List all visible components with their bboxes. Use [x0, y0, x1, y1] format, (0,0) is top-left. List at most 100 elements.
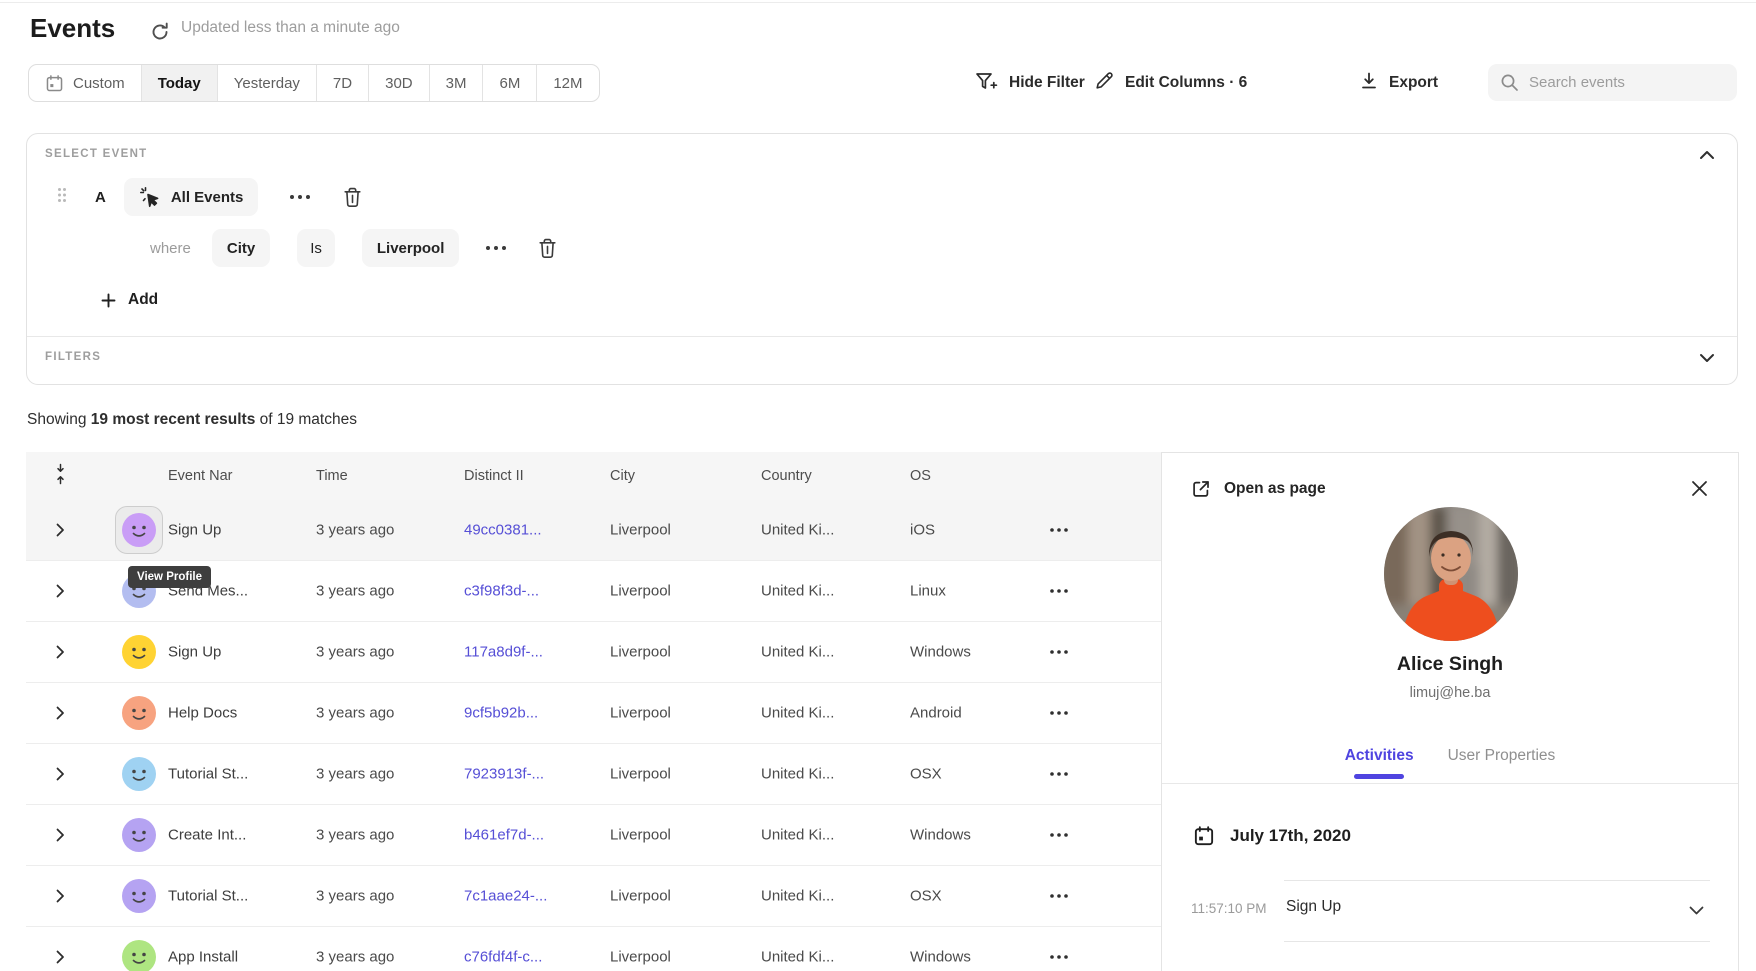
- row-expand-chevron[interactable]: [56, 523, 65, 537]
- row-more-button[interactable]: [1050, 650, 1068, 654]
- table-row[interactable]: Create Int... 3 years ago b461ef7d-... L…: [26, 805, 1161, 866]
- row-event-name: Tutorial St...: [168, 766, 248, 783]
- row-distinct-id-link[interactable]: 7923913f-...: [464, 766, 544, 783]
- row-city: Liverpool: [610, 888, 671, 905]
- header-event-name[interactable]: Event Nar: [168, 468, 232, 484]
- search-input[interactable]: [1529, 74, 1725, 91]
- profile-tab-user-properties[interactable]: User Properties: [1448, 747, 1556, 765]
- date-range-tab-3m[interactable]: 3M: [429, 65, 483, 101]
- edit-columns-label: Edit Columns · 6: [1125, 74, 1247, 92]
- operator-chip-label: Is: [310, 240, 322, 257]
- row-more-button[interactable]: [1050, 955, 1068, 959]
- close-icon[interactable]: [1691, 480, 1708, 502]
- row-distinct-id-link[interactable]: 117a8d9f-...: [464, 644, 543, 661]
- row-more-button[interactable]: [1050, 894, 1068, 898]
- row-more-button[interactable]: [1050, 772, 1068, 776]
- header-city[interactable]: City: [610, 468, 635, 484]
- export-button[interactable]: Export: [1360, 70, 1438, 96]
- date-range-tab-label: 30D: [385, 75, 413, 92]
- drag-handle-icon[interactable]: [57, 187, 67, 208]
- row-avatar[interactable]: [122, 757, 156, 791]
- row-more-button[interactable]: [1050, 833, 1068, 837]
- date-range-tab-6m[interactable]: 6M: [482, 65, 536, 101]
- row-expand-chevron[interactable]: [56, 645, 65, 659]
- row-event-name: Create Int...: [168, 827, 246, 844]
- row-country: United Ki...: [761, 766, 834, 783]
- profile-tabs: Activities User Properties: [1162, 747, 1738, 765]
- refresh-icon[interactable]: [149, 21, 171, 43]
- date-range-tab-today[interactable]: Today: [141, 65, 217, 101]
- table-row[interactable]: App Install 3 years ago c76fdf4f-c... Li…: [26, 927, 1161, 971]
- activity-expand-chevron[interactable]: [1689, 902, 1704, 920]
- date-range-tab-12m[interactable]: 12M: [536, 65, 598, 101]
- event-more-button[interactable]: [290, 195, 310, 199]
- row-distinct-id-link[interactable]: 9cf5b92b...: [464, 705, 538, 722]
- value-chip-label: Liverpool: [377, 240, 445, 257]
- row-avatar[interactable]: [122, 940, 156, 971]
- header-os[interactable]: OS: [910, 468, 931, 484]
- export-label: Export: [1389, 74, 1438, 92]
- date-range-tab-7d[interactable]: 7D: [316, 65, 368, 101]
- row-expand-chevron[interactable]: [56, 889, 65, 903]
- updated-status: Updated less than a minute ago: [181, 19, 400, 37]
- table-row[interactable]: Sign Up 3 years ago 49cc0381... Liverpoo…: [26, 500, 1161, 561]
- search-events-box[interactable]: [1488, 64, 1737, 101]
- table-row[interactable]: Sign Up 3 years ago 117a8d9f-... Liverpo…: [26, 622, 1161, 683]
- row-event-name: App Install: [168, 949, 238, 966]
- profile-tab-activities[interactable]: Activities: [1345, 747, 1414, 765]
- row-distinct-id-link[interactable]: c3f98f3d-...: [464, 583, 539, 600]
- profile-email: limuj@he.ba: [1162, 685, 1738, 701]
- row-time: 3 years ago: [316, 766, 394, 783]
- row-expand-chevron[interactable]: [56, 950, 65, 964]
- row-country: United Ki...: [761, 827, 834, 844]
- edit-columns-button[interactable]: Edit Columns · 6: [1094, 70, 1247, 96]
- event-row-letter: A: [95, 189, 106, 206]
- events-table: Event Nar Time Distinct II City Country …: [26, 452, 1161, 971]
- row-city: Liverpool: [610, 522, 671, 539]
- where-clause-row: where City Is Liverpool: [150, 229, 557, 267]
- sort-icon[interactable]: [55, 463, 66, 489]
- expand-filters-chevron[interactable]: [1699, 350, 1715, 368]
- row-expand-chevron[interactable]: [56, 706, 65, 720]
- table-row[interactable]: Tutorial St... 3 years ago 7923913f-... …: [26, 744, 1161, 805]
- row-city: Liverpool: [610, 644, 671, 661]
- row-distinct-id-link[interactable]: 7c1aae24-...: [464, 888, 547, 905]
- row-avatar[interactable]: [122, 818, 156, 852]
- table-row[interactable]: Help Docs 3 years ago 9cf5b92b... Liverp…: [26, 683, 1161, 744]
- row-expand-chevron[interactable]: [56, 767, 65, 781]
- add-clause-button[interactable]: Add: [101, 291, 158, 309]
- event-trash-icon[interactable]: [343, 187, 362, 208]
- where-more-button[interactable]: [486, 246, 506, 250]
- operator-chip[interactable]: Is: [297, 229, 335, 267]
- row-country: United Ki...: [761, 583, 834, 600]
- row-avatar[interactable]: [122, 879, 156, 913]
- date-range-tab-yesterday[interactable]: Yesterday: [217, 65, 316, 101]
- row-avatar[interactable]: [122, 635, 156, 669]
- download-icon: [1360, 71, 1378, 95]
- hide-filter-button[interactable]: Hide Filter: [975, 70, 1085, 96]
- row-more-button[interactable]: [1050, 589, 1068, 593]
- row-avatar[interactable]: [122, 696, 156, 730]
- value-chip[interactable]: Liverpool: [362, 229, 460, 267]
- date-range-tab-30d[interactable]: 30D: [368, 65, 429, 101]
- row-avatar[interactable]: [122, 506, 163, 554]
- row-distinct-id-link[interactable]: 49cc0381...: [464, 522, 542, 539]
- row-distinct-id-link[interactable]: b461ef7d-...: [464, 827, 544, 844]
- table-row[interactable]: Tutorial St... 3 years ago 7c1aae24-... …: [26, 866, 1161, 927]
- property-chip[interactable]: City: [212, 229, 270, 267]
- row-distinct-id-link[interactable]: c76fdf4f-c...: [464, 949, 542, 966]
- date-range-tab-custom[interactable]: Custom: [29, 65, 141, 101]
- header-distinct-id[interactable]: Distinct II: [464, 468, 524, 484]
- open-as-page-button[interactable]: Open as page: [1191, 479, 1326, 499]
- query-builder-card: SELECT EVENT A: [26, 133, 1738, 385]
- where-trash-icon[interactable]: [538, 238, 557, 259]
- row-expand-chevron[interactable]: [56, 828, 65, 842]
- plus-icon: [101, 293, 116, 308]
- header-time[interactable]: Time: [316, 468, 348, 484]
- row-more-button[interactable]: [1050, 528, 1068, 532]
- all-events-chip[interactable]: All Events: [124, 178, 259, 216]
- header-country[interactable]: Country: [761, 468, 812, 484]
- collapse-select-event-chevron[interactable]: [1699, 147, 1715, 165]
- row-more-button[interactable]: [1050, 711, 1068, 715]
- row-expand-chevron[interactable]: [56, 584, 65, 598]
